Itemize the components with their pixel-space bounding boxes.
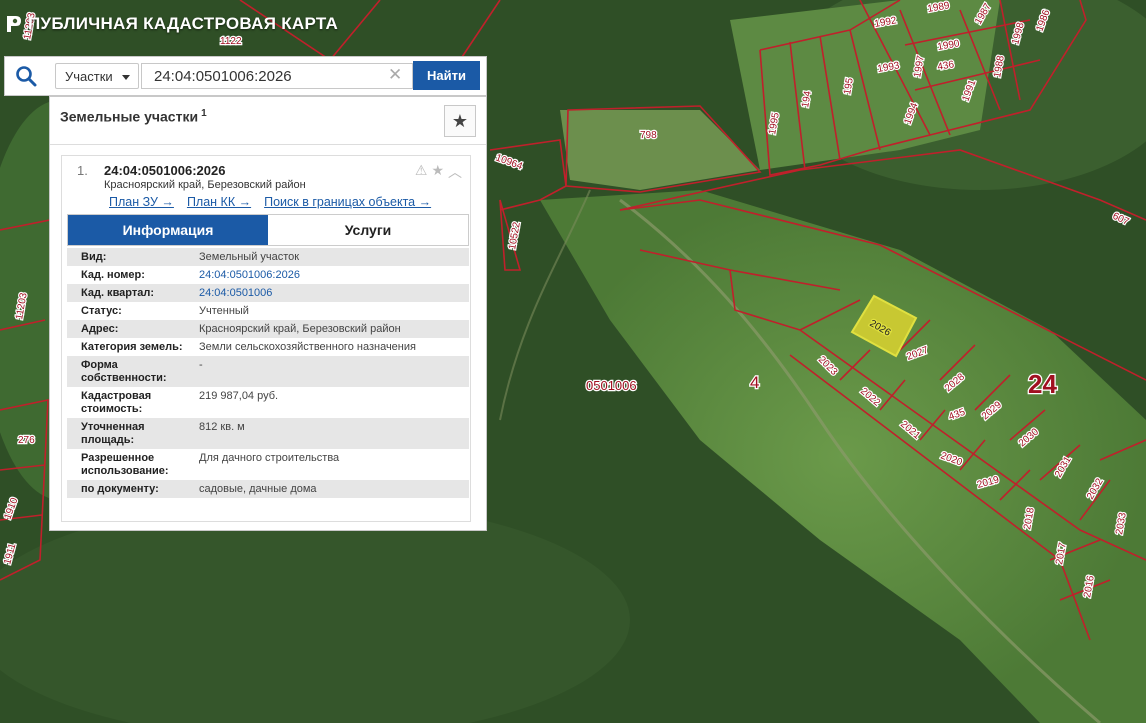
search-type-dropdown[interactable]: Участки [55, 63, 139, 89]
info-row: Категория земель: Земли сельскохозяйствен… [81, 341, 416, 353]
tab-info[interactable]: Информация [68, 215, 268, 245]
tab-services[interactable]: Услуги [268, 215, 468, 245]
divider [50, 144, 486, 145]
info-row: Форма собственности: - [67, 356, 469, 387]
search-input[interactable] [141, 63, 413, 89]
quarter-label: 0501006 [586, 378, 637, 393]
chevron-up-icon[interactable]: ︿ [448, 162, 462, 182]
plan-kk-link[interactable]: План КК → [187, 195, 251, 209]
cad-number-link[interactable]: 24:04:0501006:2026 [199, 269, 469, 282]
info-row: Адрес: Красноярский край, Березовский рай… [67, 320, 469, 338]
app-title: ПУБЛИЧНАЯ КАДАСТРОВАЯ КАРТА [28, 14, 339, 33]
parcel-label: 1122 [220, 36, 242, 47]
star-icon: ★ [451, 110, 469, 131]
plan-zu-link[interactable]: План ЗУ → [109, 195, 174, 209]
star-icon[interactable]: ★ [431, 162, 444, 182]
region-label: 24 [1028, 369, 1057, 399]
chevron-down-icon [122, 75, 130, 80]
result-index: 1. [77, 163, 88, 178]
district-label: 4 [750, 373, 759, 392]
search-bar: Участки ✕ Найти [4, 56, 487, 96]
results-panel: Земельные участки 1 ★ 1. 24:04:0501006:20… [49, 96, 487, 531]
result-region: Красноярский край, Березовский район [104, 179, 306, 191]
info-row: Статус: Учтенный [81, 305, 249, 317]
panel-title-text: Земельные участки [60, 108, 199, 125]
parcel-label: 276 [18, 435, 35, 446]
search-icon[interactable] [9, 61, 45, 91]
info-row: Кад. номер: 24:04:0501006:2026 [67, 266, 469, 284]
find-button[interactable]: Найти [413, 61, 480, 90]
favorite-star-button[interactable]: ★ [444, 105, 476, 137]
cad-quarter-link[interactable]: 24:04:0501006 [199, 287, 469, 300]
info-row: Разрешенное использование: Для дачного ст… [81, 452, 340, 477]
info-table: Вид: Земельный участок Кад. номер: 24:04:0… [67, 248, 469, 498]
warning-icon[interactable]: ⚠ [415, 162, 428, 182]
result-card: 1. 24:04:0501006:2026 Красноярский край,… [61, 155, 471, 522]
app-header: ПУБЛИЧНАЯ КАДАСТРОВАЯ КАРТА [4, 14, 338, 34]
info-row: Кадастровая стоимость: 219 987,04 руб. [81, 390, 279, 415]
result-links: План ЗУ → План КК → Поиск в границах объ… [109, 195, 431, 209]
info-row: Уточненная площадь: 812 кв. м [67, 418, 469, 449]
search-type-label: Участки [65, 69, 113, 84]
logo-icon [7, 16, 21, 32]
panel-title: Земельные участки 1 [60, 108, 207, 125]
info-row: Вид: Земельный участок [67, 248, 469, 266]
parcel-label: 798 [640, 130, 657, 141]
result-count: 1 [201, 108, 207, 119]
result-number[interactable]: 24:04:0501006:2026 [104, 163, 225, 178]
search-within-link[interactable]: Поиск в границах объекта → [264, 195, 431, 209]
result-actions: ⚠ ★ ︿ [415, 162, 462, 182]
result-tabs: Информация Услуги [67, 214, 469, 246]
info-row: по документу: садовые, дачные дома [67, 480, 469, 498]
clear-icon[interactable]: ✕ [388, 65, 402, 85]
info-row: Кад. квартал: 24:04:0501006 [67, 284, 469, 302]
